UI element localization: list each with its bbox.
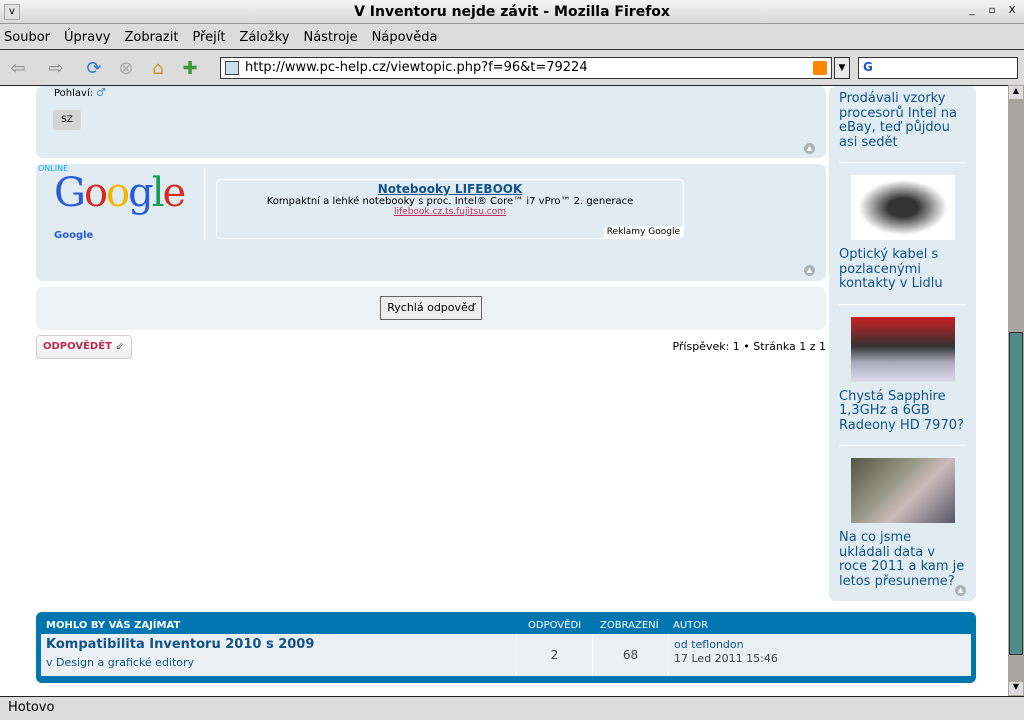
maximize-button[interactable]: ▫ (984, 4, 1000, 20)
navigation-toolbar: ⇦ ⇨ ⟳ ⊗ ⌂ ✚ http://www.pc-help.cz/viewto… (0, 51, 1024, 85)
page-content: Pohlaví: ♂ SZ ▲ ONLINE Google Google Not… (0, 85, 1008, 696)
menu-view[interactable]: Zobrazit (124, 30, 178, 45)
page-icon (225, 61, 239, 75)
google-logo: Google (54, 170, 186, 216)
menu-file[interactable]: Soubor (4, 30, 50, 45)
ad-title-link[interactable]: Notebooky LIFEBOOK (217, 182, 683, 196)
menu-bar: Soubor Úpravy Zobrazit Přejít Záložky Ná… (0, 25, 1024, 50)
window-menu-button[interactable]: v (4, 4, 20, 20)
related-topics-table: MOHLO BY VÁS ZAJÍMAT ODPOVĚDI ZOBRAZENÍ … (36, 612, 976, 683)
scroll-up-button[interactable]: ▲ (1009, 86, 1023, 99)
back-to-top-icon[interactable]: ▲ (955, 585, 966, 596)
status-bar: Hotovo (0, 696, 1024, 720)
gender-label: Pohlaví: (54, 88, 94, 99)
vertical-scrollbar[interactable]: ▲ ▼ (1008, 85, 1024, 696)
reply-arrow-icon: ⇙ (115, 341, 124, 352)
quick-reply-panel: Rychlá odpověď (36, 287, 826, 330)
menu-go[interactable]: Přejít (192, 30, 225, 45)
menu-bookmarks[interactable]: Záložky (239, 30, 289, 45)
close-button[interactable]: X (1004, 4, 1020, 20)
scroll-down-button[interactable]: ▼ (1009, 682, 1023, 695)
male-icon: ♂ (96, 86, 106, 99)
reload-icon[interactable]: ⟳ (82, 56, 106, 80)
col-replies: ODPOVĚDI (528, 620, 582, 631)
quick-reply-button[interactable]: Rychlá odpověď (380, 296, 482, 320)
sidebar-news-link[interactable]: Chystá Sapphire 1,3GHz a 6GB Radeony HD … (839, 389, 966, 434)
minimize-button[interactable]: _ (964, 4, 980, 20)
menu-help[interactable]: Nápověda (372, 30, 438, 45)
back-to-top-icon[interactable]: ▲ (804, 265, 815, 276)
scrollbar-thumb[interactable] (1009, 332, 1023, 655)
topic-replies: 2 (516, 634, 592, 676)
back-icon[interactable]: ⇦ (6, 56, 30, 80)
sapphire-image[interactable] (850, 316, 955, 382)
topic-author[interactable]: od teflondon (674, 638, 963, 652)
related-heading: MOHLO BY VÁS ZAJÍMAT (46, 620, 181, 631)
cable-image[interactable] (850, 175, 955, 240)
topic-views: 68 (592, 634, 668, 676)
window-title: V Inventoru nejde závit - Mozilla Firefo… (354, 4, 670, 20)
sidebar-news-link[interactable]: Na co jsme ukládali data v roce 2011 a k… (839, 530, 966, 589)
rss-icon[interactable] (813, 61, 827, 75)
topic-date: 17 Led 2011 15:46 (674, 652, 778, 665)
menu-tools[interactable]: Nástroje (303, 30, 357, 45)
sidebar-news-link[interactable]: Optický kabel s pozlacenými kontakty v L… (839, 247, 966, 292)
sidebar-news: Prodávali vzorky procesorů Intel na eBay… (829, 86, 976, 601)
stop-icon[interactable]: ⊗ (114, 56, 138, 80)
back-to-top-icon[interactable]: ▲ (804, 143, 815, 154)
col-author: AUTOR (673, 620, 709, 631)
post-panel: Pohlaví: ♂ SZ ▲ (36, 86, 826, 158)
storage-media-image[interactable] (850, 458, 955, 523)
search-input[interactable]: G (858, 57, 1018, 79)
status-text: Hotovo (8, 700, 55, 715)
home-icon[interactable]: ⌂ (146, 56, 170, 80)
new-tab-icon[interactable]: ✚ (178, 56, 202, 80)
menu-edit[interactable]: Úpravy (64, 30, 110, 45)
window-titlebar: v V Inventoru nejde závit - Mozilla Fire… (0, 0, 1024, 24)
ad-text: Kompaktní a lehké notebooky s proc. Inte… (266, 196, 634, 207)
ad-url-link[interactable]: lifebook.cz.ts.fujitsu.com (217, 207, 683, 217)
google-search-icon[interactable]: G (863, 60, 873, 74)
url-dropdown-button[interactable]: ▼ (834, 57, 850, 79)
url-input[interactable]: http://www.pc-help.cz/viewtopic.php?f=96… (220, 57, 832, 79)
sidebar-news-link[interactable]: Prodávali vzorky procesorů Intel na eBay… (839, 91, 966, 150)
poster-name[interactable]: Google (54, 230, 93, 241)
ad-panel: ONLINE Google Google Notebooky LIFEBOOK … (36, 164, 826, 281)
topic-title-link[interactable]: Kompatibilita Inventoru 2010 s 2009 (46, 637, 314, 652)
user-badge[interactable]: SZ (53, 110, 81, 130)
reply-button[interactable]: ODPOVĚDĚT ⇙ (36, 335, 132, 359)
topic-forum-link[interactable]: v Design a grafické editory (46, 656, 194, 669)
pagination: Příspěvek: 1 • Stránka 1 z 1 (672, 340, 826, 353)
forward-icon[interactable]: ⇨ (44, 56, 68, 80)
col-views: ZOBRAZENÍ (600, 620, 659, 631)
table-row: Kompatibilita Inventoru 2010 s 2009 v De… (41, 634, 971, 676)
ads-by-google[interactable]: Reklamy Google (603, 226, 683, 238)
ad-box: Notebooky LIFEBOOK Kompaktní a lehké not… (216, 179, 684, 239)
